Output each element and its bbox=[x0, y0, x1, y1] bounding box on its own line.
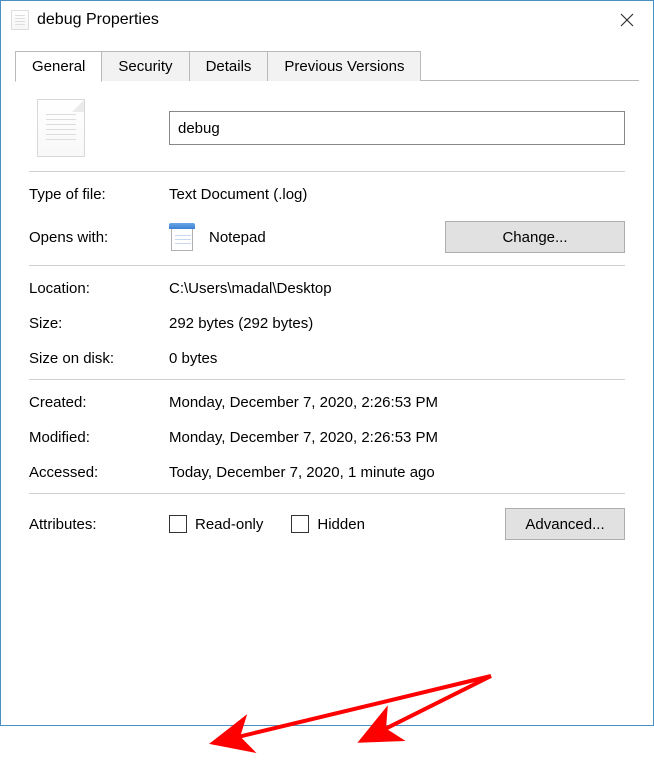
close-button[interactable] bbox=[611, 4, 643, 36]
change-button[interactable]: Change... bbox=[445, 221, 625, 253]
tab-security[interactable]: Security bbox=[101, 51, 189, 81]
type-of-file-value: Text Document (.log) bbox=[169, 186, 625, 203]
location-label: Location: bbox=[29, 280, 169, 297]
hidden-checkbox[interactable]: Hidden bbox=[291, 515, 365, 533]
accessed-value: Today, December 7, 2020, 1 minute ago bbox=[169, 464, 625, 481]
created-value: Monday, December 7, 2020, 2:26:53 PM bbox=[169, 394, 625, 411]
size-on-disk-label: Size on disk: bbox=[29, 350, 169, 367]
file-type-icon bbox=[37, 99, 85, 157]
divider bbox=[29, 265, 625, 266]
created-label: Created: bbox=[29, 394, 169, 411]
attributes-label: Attributes: bbox=[29, 516, 169, 533]
tab-details[interactable]: Details bbox=[189, 51, 269, 81]
modified-label: Modified: bbox=[29, 429, 169, 446]
type-of-file-label: Type of file: bbox=[29, 186, 169, 203]
opens-with-value: Notepad bbox=[209, 229, 266, 246]
close-icon bbox=[620, 13, 634, 27]
location-value: C:\Users\madal\Desktop bbox=[169, 280, 625, 297]
titlebar: debug Properties bbox=[1, 1, 653, 41]
tabstrip: General Security Details Previous Versio… bbox=[1, 41, 653, 81]
tab-previous-versions[interactable]: Previous Versions bbox=[267, 51, 421, 81]
divider bbox=[29, 379, 625, 380]
accessed-label: Accessed: bbox=[29, 464, 169, 481]
size-value: 292 bytes (292 bytes) bbox=[169, 315, 625, 332]
window-title: debug Properties bbox=[37, 11, 611, 29]
tab-content-general: Type of file: Text Document (.log) Opens… bbox=[1, 81, 653, 558]
size-label: Size: bbox=[29, 315, 169, 332]
readonly-checkbox[interactable]: Read-only bbox=[169, 515, 263, 533]
properties-window: debug Properties General Security Detail… bbox=[0, 0, 654, 726]
size-on-disk-value: 0 bytes bbox=[169, 350, 625, 367]
divider bbox=[29, 171, 625, 172]
notepad-icon bbox=[169, 223, 195, 251]
tab-general[interactable]: General bbox=[15, 51, 102, 82]
modified-value: Monday, December 7, 2020, 2:26:53 PM bbox=[169, 429, 625, 446]
opens-with-label: Opens with: bbox=[29, 229, 169, 246]
hidden-label: Hidden bbox=[317, 516, 365, 533]
divider bbox=[29, 493, 625, 494]
readonly-label: Read-only bbox=[195, 516, 263, 533]
advanced-button[interactable]: Advanced... bbox=[505, 508, 625, 540]
document-icon bbox=[11, 10, 29, 30]
checkbox-icon bbox=[169, 515, 187, 533]
filename-input[interactable] bbox=[169, 111, 625, 145]
checkbox-icon bbox=[291, 515, 309, 533]
